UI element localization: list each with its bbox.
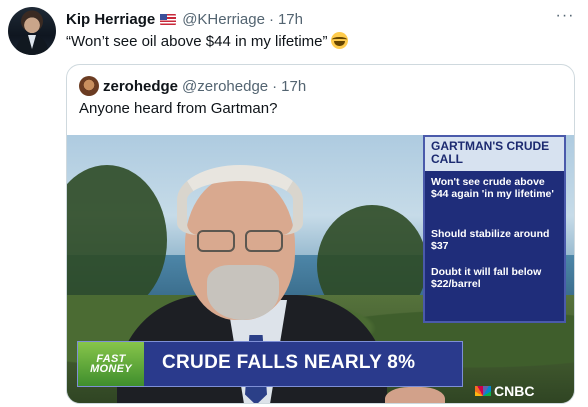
quoted-author-name[interactable]: zerohedge [103,78,178,95]
author-name[interactable]: Kip Herriage [66,11,155,28]
tweet-text: “Won’t see oil above $44 in my lifetime” [66,32,348,52]
quoted-author-handle[interactable]: @zerohedge [182,78,268,95]
timestamp[interactable]: 17h [278,11,303,28]
quoted-tweet-text: Anyone heard from Gartman? [79,100,278,117]
panel-title: GARTMAN'S CRUDE CALL [425,137,564,171]
cnbc-logo-text: CNBC [494,383,535,399]
quoted-tweet-image[interactable]: GARTMAN'S CRUDE CALL Won't see crude abo… [67,135,574,403]
us-flag-icon [160,13,177,25]
author-handle[interactable]: @KHerriage [182,11,265,28]
image-man-glasses [197,230,289,254]
separator: · [268,10,274,28]
fast-money-logo-text: FAST MONEY [90,353,132,375]
panel-item: Should stabilize around $37 [431,228,550,252]
tv-lower-third: FAST MONEY CRUDE FALLS NEARLY 8% [77,341,463,387]
tweet-text-content: “Won’t see oil above $44 in my lifetime” [66,33,328,50]
cnbc-logo: CNBC [475,383,534,399]
more-options-icon[interactable]: ··· [553,8,577,28]
quoted-author-avatar[interactable] [79,76,99,96]
fast-money-logo: FAST MONEY [78,342,144,386]
panel-item: Doubt it will fall below $22/barrel [431,266,542,290]
quoted-separator: · [272,77,278,95]
quoted-timestamp[interactable]: 17h [281,78,306,95]
tweet-header: Kip Herriage @KHerriage · 17h [66,9,303,29]
quoted-tweet[interactable]: zerohedge @zerohedge · 17h Anyone heard … [66,64,575,404]
panel-item: Won't see crude above $44 again 'in my l… [431,176,554,200]
author-avatar[interactable] [8,7,56,55]
quoted-tweet-header: zerohedge @zerohedge · 17h [79,76,306,96]
image-man-beard [207,265,279,320]
peacock-icon [475,386,491,396]
tv-info-panel: GARTMAN'S CRUDE CALL Won't see crude abo… [423,135,566,323]
tv-headline: CRUDE FALLS NEARLY 8% [162,352,416,373]
tweet[interactable]: Kip Herriage @KHerriage · 17h ··· “Won’t… [0,0,588,407]
image-man-hair [177,165,303,235]
image-hand [385,387,445,403]
tears-of-joy-emoji-icon [330,32,348,49]
